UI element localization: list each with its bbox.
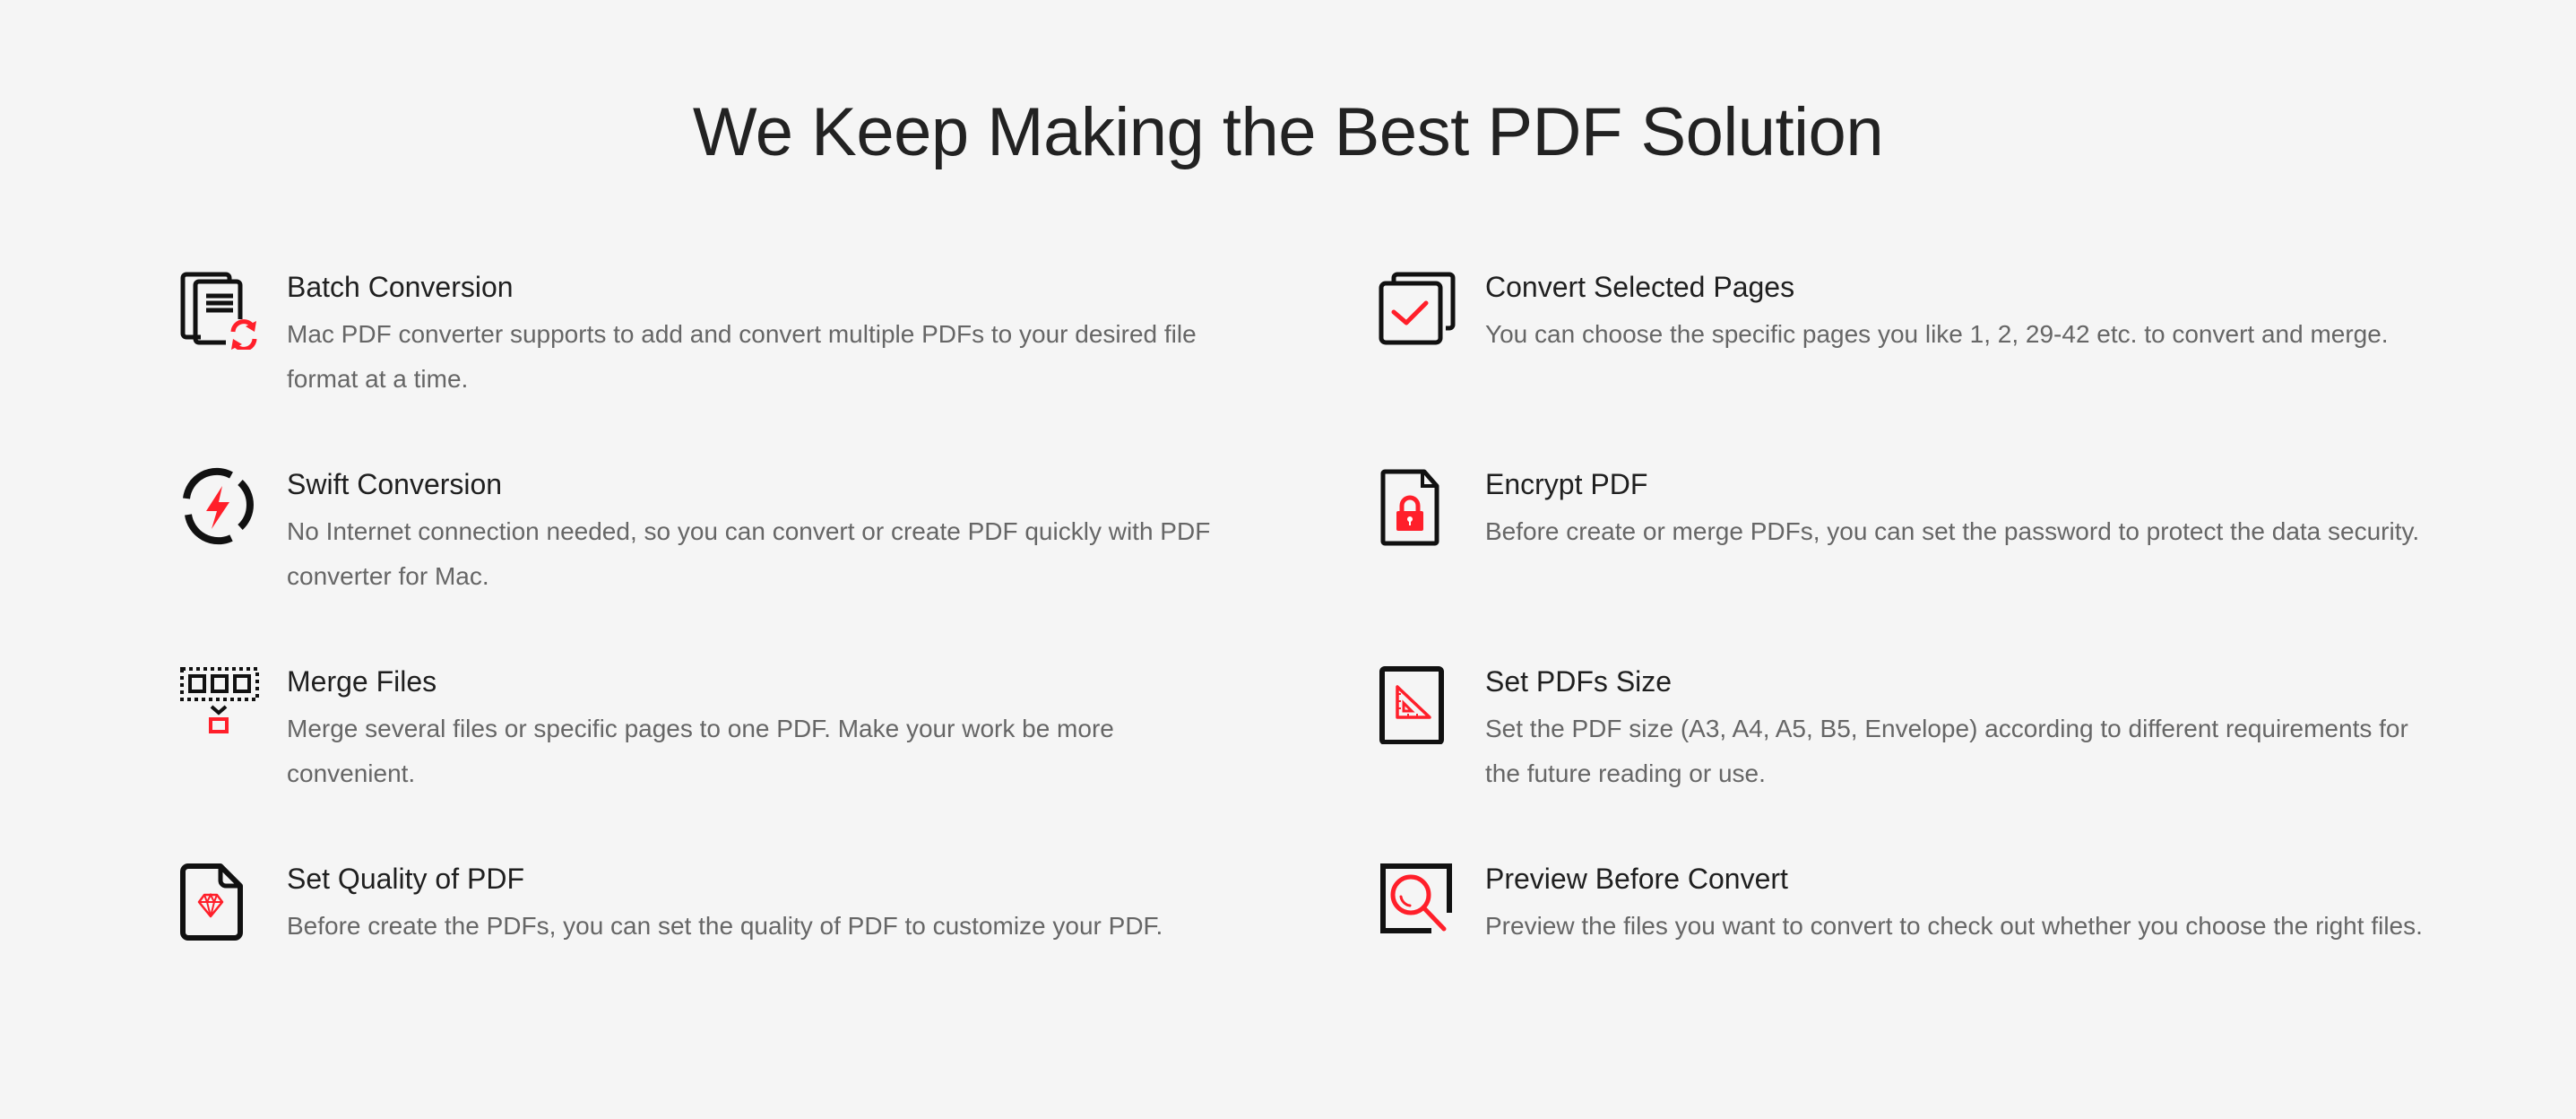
feature-description: No Internet connection needed, so you ca… [287, 517, 1211, 590]
merge-files-icon [179, 664, 260, 744]
feature-description: Before create the PDFs, you can set the … [287, 912, 1163, 940]
feature-batch-conversion: Batch Conversion Mac PDF converter suppo… [179, 269, 1237, 448]
set-quality-icon [179, 861, 260, 941]
feature-title: Merge Files [287, 665, 437, 698]
feature-description: Mac PDF converter supports to add and co… [287, 320, 1197, 393]
feature-preview-before-convert: Preview Before Convert Preview the files… [1378, 861, 2435, 1040]
feature-merge-files: Merge Files Merge several files or speci… [179, 664, 1237, 843]
feature-set-quality: Set Quality of PDF Before create the PDF… [179, 861, 1237, 1040]
feature-description: Set the PDF size (A3, A4, A5, B5, Envelo… [1485, 715, 2408, 787]
feature-title: Set PDFs Size [1485, 665, 1673, 698]
swift-conversion-icon [179, 466, 260, 547]
feature-description: Preview the files you want to convert to… [1485, 912, 2423, 940]
convert-selected-pages-icon [1378, 269, 1458, 350]
feature-encrypt-pdf: Encrypt PDF Before create or merge PDFs,… [1378, 466, 2435, 646]
feature-convert-selected-pages: Convert Selected Pages You can choose th… [1378, 269, 2435, 448]
feature-description: Merge several files or specific pages to… [287, 715, 1114, 787]
batch-conversion-icon [179, 269, 260, 350]
feature-description: Before create or merge PDFs, you can set… [1485, 517, 2420, 545]
feature-title: Batch Conversion [287, 271, 514, 303]
feature-description: You can choose the specific pages you li… [1485, 320, 2389, 348]
feature-title: Preview Before Convert [1485, 863, 1788, 895]
preview-before-convert-icon [1378, 861, 1458, 941]
feature-title: Encrypt PDF [1485, 468, 1648, 500]
encrypt-pdf-icon [1378, 466, 1458, 547]
feature-title: Set Quality of PDF [287, 863, 524, 895]
page-title: We Keep Making the Best PDF Solution [692, 94, 1884, 170]
feature-title: Swift Conversion [287, 468, 503, 500]
feature-swift-conversion: Swift Conversion No Internet connection … [179, 466, 1237, 646]
set-pdf-size-icon [1378, 664, 1458, 744]
feature-set-pdf-size: Set PDFs Size Set the PDF size (A3, A4, … [1378, 664, 2435, 843]
feature-title: Convert Selected Pages [1485, 271, 1795, 303]
